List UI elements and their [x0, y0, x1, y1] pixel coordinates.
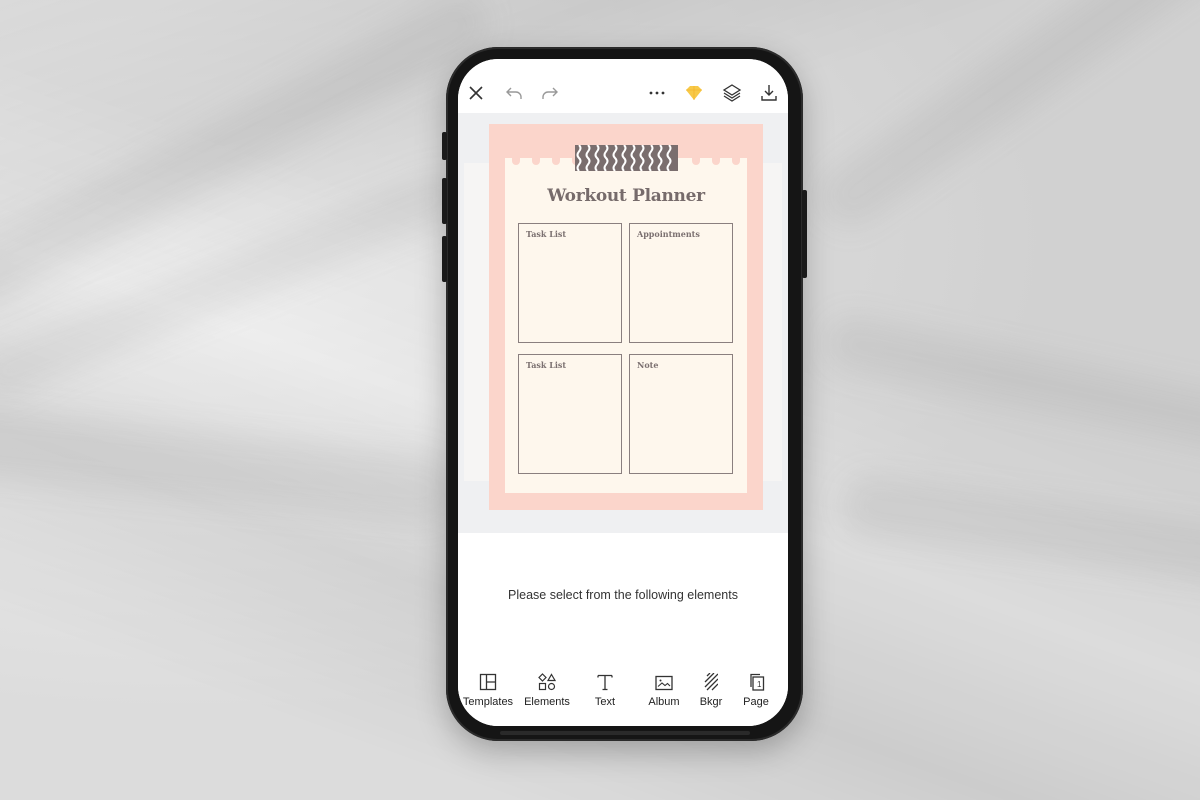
download-icon[interactable] [757, 81, 781, 105]
appointments-box[interactable]: Appointments [629, 223, 733, 343]
text-icon [575, 669, 635, 691]
tool-label: Page [743, 696, 769, 708]
planner-design[interactable]: Workout Planner Task List Appointments T… [489, 124, 763, 510]
more-icon[interactable] [645, 81, 669, 105]
tool-background[interactable]: Bkgr [693, 669, 729, 708]
task-list-box[interactable]: Task List [518, 223, 622, 343]
redo-icon[interactable] [538, 81, 562, 105]
design-canvas[interactable]: Workout Planner Task List Appointments T… [458, 113, 788, 533]
templates-icon [458, 669, 518, 691]
phone-bottom-edge [500, 731, 750, 735]
tool-album[interactable]: Album [634, 669, 694, 708]
paper-hole [512, 155, 520, 165]
box-label: Note [637, 360, 659, 370]
top-toolbar [458, 59, 788, 113]
premium-diamond-icon[interactable] [682, 81, 706, 105]
box-label: Task List [526, 360, 567, 370]
tool-text[interactable]: Text [575, 669, 635, 708]
wall-shadow [837, 471, 1200, 589]
bottom-toolbar: Templates Elements Text Album Bkgr 1 Pag… [458, 669, 788, 719]
paper-hole [712, 155, 720, 165]
tool-label: Elements [524, 696, 570, 708]
tool-label: Text [594, 696, 616, 708]
page-icon: 1 [741, 669, 771, 691]
wall-shadow [0, 403, 463, 527]
tool-label: Templates [462, 696, 514, 708]
page-number: 1 [757, 680, 762, 689]
app-screen: Workout Planner Task List Appointments T… [458, 59, 788, 726]
close-icon[interactable] [464, 81, 488, 105]
phone-volume-down [442, 236, 447, 282]
phone-side-button [442, 132, 447, 160]
background-icon [693, 669, 729, 691]
tool-templates[interactable]: Templates [458, 669, 518, 708]
tool-label: Bkgr [699, 696, 723, 708]
elements-icon [517, 669, 577, 691]
paper-hole [552, 155, 560, 165]
tool-elements[interactable]: Elements [517, 669, 577, 708]
layers-icon[interactable] [720, 81, 744, 105]
paper-hole [692, 155, 700, 165]
washi-tape[interactable] [575, 145, 678, 171]
box-label: Task List [526, 229, 567, 239]
wall-shadow [808, 0, 1200, 238]
tool-label: Album [648, 696, 680, 708]
paper-hole [732, 155, 740, 165]
note-box[interactable]: Note [629, 354, 733, 474]
planner-title[interactable]: Workout Planner [489, 186, 763, 206]
task-list-box[interactable]: Task List [518, 354, 622, 474]
phone-power-button [802, 190, 807, 278]
panel-message: Please select from the following element… [508, 588, 738, 602]
box-label: Appointments [637, 229, 700, 239]
undo-icon[interactable] [502, 81, 526, 105]
paper-hole [532, 155, 540, 165]
phone-volume-up [442, 178, 447, 224]
album-icon [634, 669, 694, 691]
tool-page[interactable]: 1 Page [741, 669, 771, 708]
wall-shadow [819, 310, 1200, 465]
